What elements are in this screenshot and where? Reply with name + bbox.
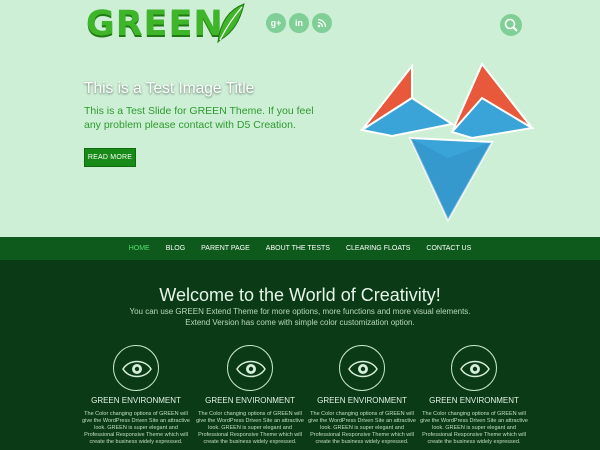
search-button[interactable] [500,14,522,36]
feature-box: GREEN ENVIRONMENT The Color changing opt… [420,345,528,446]
slide-title: This is a Test Image Title [84,80,255,97]
feature-text: The Color changing options of GREEN will… [420,411,528,445]
feature-box: GREEN ENVIRONMENT The Color changing opt… [196,345,304,446]
search-icon [504,18,518,32]
main-content: Welcome to the World of Creativity! You … [0,261,600,450]
eye-icon[interactable] [113,345,159,391]
linkedin-icon[interactable]: in [289,13,309,33]
feature-title: GREEN ENVIRONMENT [91,396,181,405]
nav-item-parent-page[interactable]: PARENT PAGE [193,237,258,260]
feature-title: GREEN ENVIRONMENT [429,396,519,405]
feature-title: GREEN ENVIRONMENT [205,396,295,405]
read-more-button[interactable]: READ MORE [84,148,136,167]
eye-icon[interactable] [339,345,385,391]
feature-box: GREEN ENVIRONMENT The Color changing opt… [308,345,416,446]
welcome-text: You can use GREEN Extend Theme for more … [129,307,471,327]
google-plus-icon[interactable]: g+ [266,13,286,33]
feature-text: The Color changing options of GREEN will… [82,411,190,445]
slide-image [359,62,535,223]
feature-text: The Color changing options of GREEN will… [196,411,304,445]
nav-item-clearing-floats[interactable]: CLEARING FLOATS [338,237,418,260]
eye-icon[interactable] [227,345,273,391]
nav-item-about-the-tests[interactable]: ABOUT THE TESTS [258,237,338,260]
nav-item-contact-us[interactable]: CONTACT US [418,237,479,260]
logo-text: GREEN [86,4,224,44]
nav-item-blog[interactable]: BLOG [158,237,193,260]
hero-section: GREEN g+ in This is a Test Image Title T… [0,0,600,237]
nav-item-home[interactable]: HOME [121,237,158,260]
leaf-icon [217,3,245,44]
feature-box: GREEN ENVIRONMENT The Color changing opt… [82,345,190,446]
slide-description: This is a Test Slide for GREEN Theme. If… [84,105,314,131]
main-navigation: HOME BLOG PARENT PAGE ABOUT THE TESTS CL… [0,237,600,261]
site-logo[interactable]: GREEN [86,2,246,44]
rss-icon[interactable] [312,13,332,33]
welcome-title: Welcome to the World of Creativity! [159,285,441,305]
feature-title: GREEN ENVIRONMENT [317,396,407,405]
feature-text: The Color changing options of GREEN will… [308,411,416,445]
eye-icon[interactable] [451,345,497,391]
